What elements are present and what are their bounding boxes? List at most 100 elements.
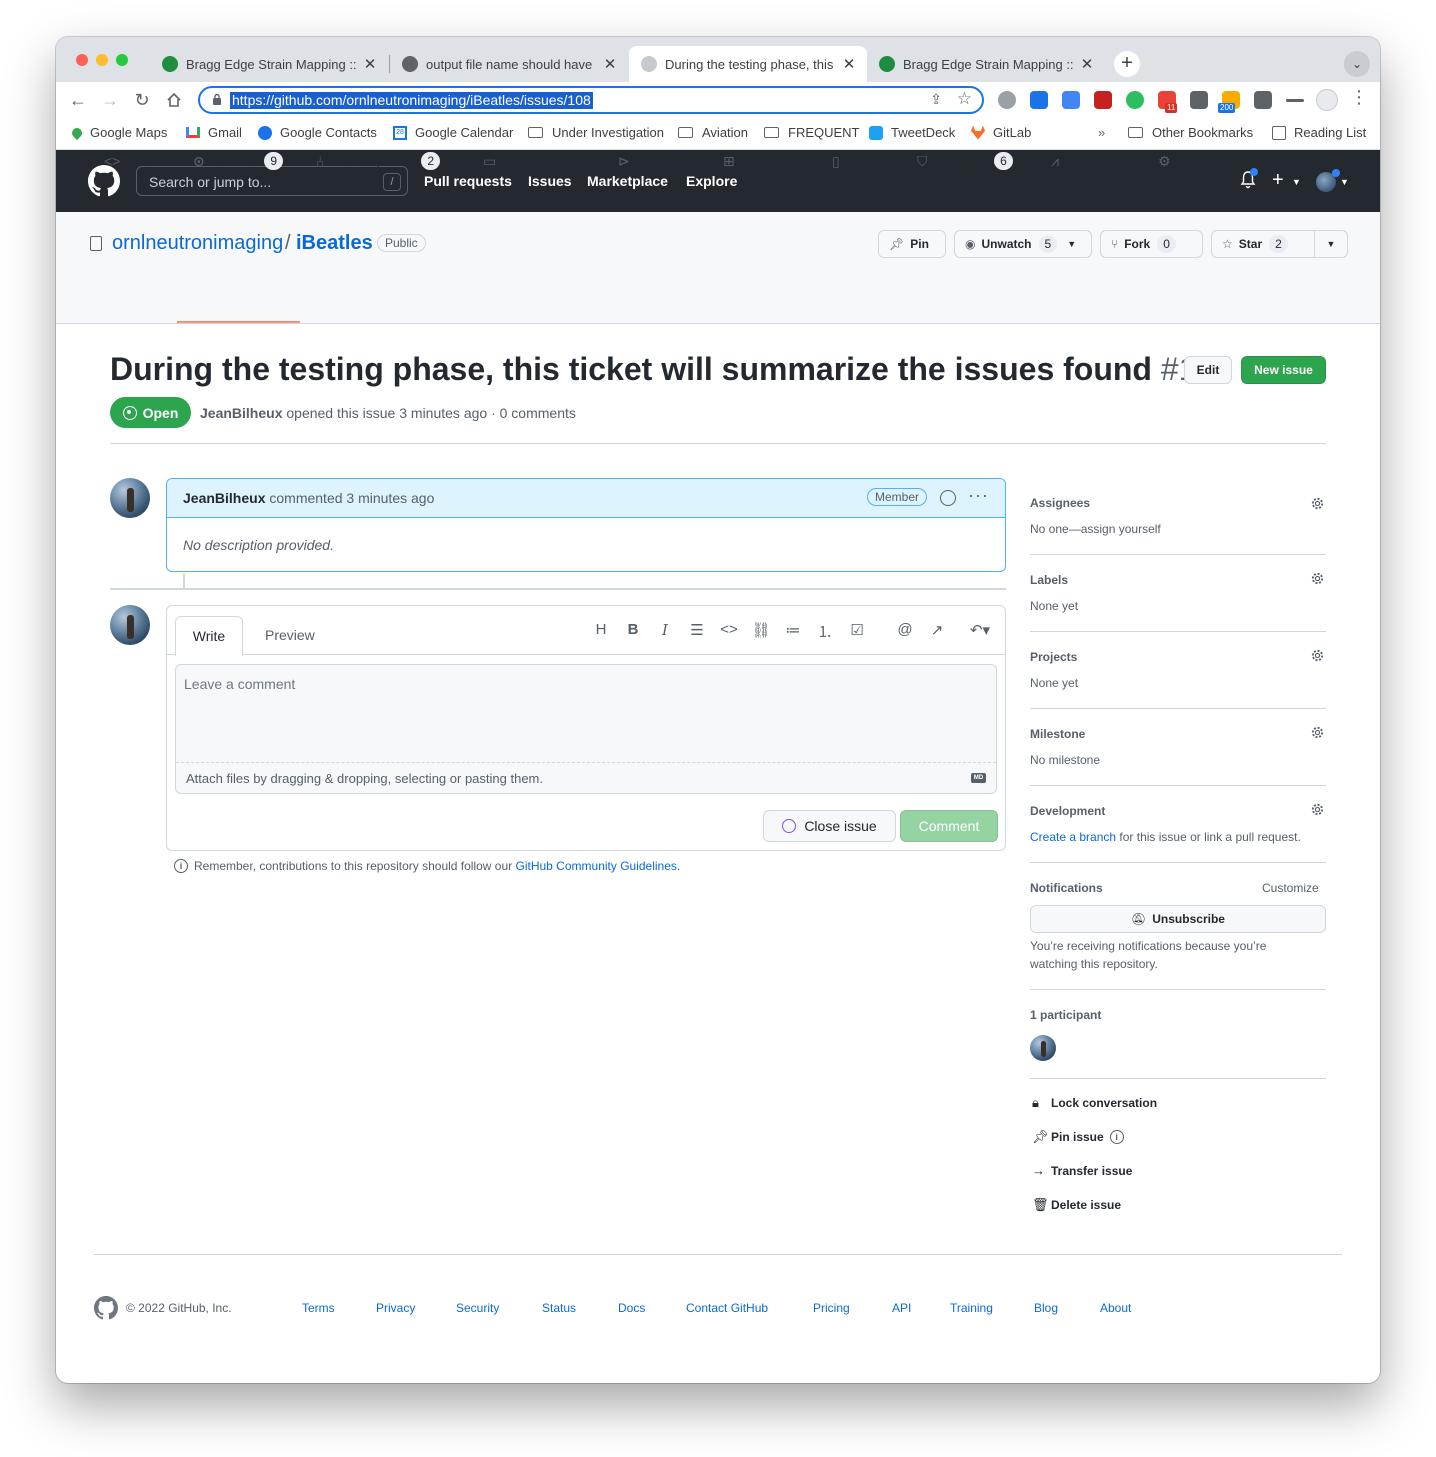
footer-link-training[interactable]: Training bbox=[950, 1301, 993, 1315]
new-issue-button[interactable]: New issue bbox=[1241, 356, 1326, 384]
cross-reference-icon[interactable]: ↗ bbox=[927, 621, 947, 639]
create-new-plus-icon[interactable]: + bbox=[1272, 169, 1284, 192]
info-icon[interactable]: i bbox=[1109, 1130, 1124, 1144]
extension-icon[interactable] bbox=[1094, 91, 1112, 109]
tab-actions[interactable]: ⊳ Actions bbox=[618, 151, 684, 171]
translate-icon[interactable] bbox=[1062, 91, 1080, 109]
tab-security[interactable]: ⛉ Security 6 bbox=[917, 151, 1013, 171]
comment-textarea[interactable]: Leave a comment Attach files by dragging… bbox=[175, 664, 997, 794]
other-bookmarks[interactable]: Other Bookmarks bbox=[1128, 125, 1253, 140]
close-tab-icon[interactable]: ✕ bbox=[841, 55, 857, 73]
extension-icon[interactable] bbox=[1030, 91, 1048, 109]
close-window-button[interactable] bbox=[76, 54, 88, 66]
bookmark-folder[interactable]: Aviation bbox=[678, 125, 748, 140]
tab-discussions[interactable]: ▭ Discussions bbox=[483, 151, 579, 171]
tab-issues[interactable]: ⊙ Issues 9 bbox=[193, 151, 284, 171]
browser-tab[interactable]: Bragg Edge Strain Mapping :: D ✕ bbox=[150, 46, 388, 82]
repo-name-link[interactable]: iBeatles bbox=[296, 232, 373, 255]
transfer-issue-button[interactable]: → Transfer issue bbox=[1032, 1163, 1132, 1178]
back-icon[interactable]: ← bbox=[66, 88, 90, 112]
nav-issues[interactable]: Issues bbox=[528, 173, 572, 189]
caret-down-icon[interactable]: ▼ bbox=[1340, 177, 1349, 187]
evernote-icon[interactable] bbox=[1126, 91, 1144, 109]
browser-tab-active[interactable]: During the testing phase, this t ✕ bbox=[629, 46, 867, 82]
customize-link[interactable]: Customize bbox=[1262, 881, 1319, 895]
edit-button[interactable]: Edit bbox=[1184, 356, 1232, 384]
extension-icon[interactable] bbox=[998, 91, 1016, 109]
ordered-list-icon[interactable]: ⒈ bbox=[815, 621, 835, 642]
gear-icon[interactable] bbox=[1310, 496, 1325, 511]
nav-marketplace[interactable]: Marketplace bbox=[587, 173, 668, 189]
italic-icon[interactable]: I bbox=[655, 621, 675, 639]
bookmark-item[interactable]: TweetDeck bbox=[869, 125, 955, 140]
browser-tab[interactable]: Bragg Edge Strain Mapping :: D ✕ bbox=[867, 46, 1105, 82]
url-text[interactable]: https://github.com/ornlneutronimaging/iB… bbox=[230, 92, 593, 109]
star-button[interactable]: ☆ Star 2 bbox=[1211, 230, 1315, 258]
unsubscribe-button[interactable]: 🔕︎ Unsubscribe bbox=[1030, 905, 1326, 933]
bold-icon[interactable]: B bbox=[623, 621, 643, 638]
reply-icon[interactable]: ↶▾ bbox=[965, 621, 995, 639]
attach-files-area[interactable]: Attach files by dragging & dropping, sel… bbox=[176, 762, 996, 794]
close-tab-icon[interactable]: ✕ bbox=[362, 55, 378, 73]
author-link[interactable]: JeanBilheux bbox=[200, 405, 282, 421]
code-icon[interactable]: <> bbox=[719, 621, 739, 638]
address-bar[interactable]: https://github.com/ornlneutronimaging/iB… bbox=[198, 86, 984, 114]
comment-button[interactable]: Comment bbox=[900, 810, 998, 842]
footer-link-security[interactable]: Security bbox=[456, 1301, 499, 1315]
pin-issue-button[interactable]: 📌︎ Pin issue i bbox=[1032, 1129, 1124, 1145]
gear-icon[interactable] bbox=[1310, 802, 1325, 817]
reading-list[interactable]: Reading List bbox=[1272, 125, 1366, 140]
gear-icon[interactable] bbox=[1310, 571, 1325, 586]
markdown-icon[interactable]: MD bbox=[971, 773, 986, 783]
delete-issue-button[interactable]: 🗑︎ Delete issue bbox=[1032, 1197, 1121, 1213]
gear-icon[interactable] bbox=[1310, 648, 1325, 663]
add-reaction-smiley-icon[interactable] bbox=[940, 490, 956, 506]
assign-yourself-link[interactable]: assign yourself bbox=[1081, 522, 1161, 536]
browser-tab[interactable]: output file name should have a ✕ bbox=[390, 46, 628, 82]
bookmark-item[interactable]: GitLab bbox=[971, 125, 1031, 140]
bookmark-item[interactable]: Google Contacts bbox=[258, 125, 377, 140]
lock-conversation-button[interactable]: 🔒︎ Lock conversation bbox=[1032, 1095, 1157, 1111]
forward-icon[interactable]: → bbox=[98, 88, 122, 112]
tab-pull-requests[interactable]: ⑃ Pull requests 2 bbox=[316, 151, 441, 171]
participant-avatar[interactable] bbox=[1030, 1035, 1056, 1061]
unwatch-button[interactable]: ◉ Unwatch 5 ▼ bbox=[954, 230, 1092, 258]
chevron-down-icon[interactable]: ⌄ bbox=[1344, 51, 1370, 77]
close-tab-icon[interactable]: ✕ bbox=[1079, 55, 1095, 73]
create-branch-link[interactable]: Create a branch bbox=[1030, 830, 1116, 844]
footer-link-pricing[interactable]: Pricing bbox=[813, 1301, 850, 1315]
heading-icon[interactable]: H bbox=[591, 621, 611, 638]
minimize-window-button[interactable] bbox=[96, 54, 108, 66]
bookmark-item[interactable]: Google Maps bbox=[69, 125, 167, 140]
zoom-window-button[interactable] bbox=[116, 54, 128, 66]
puzzle-icon[interactable] bbox=[1254, 91, 1272, 109]
avatar[interactable] bbox=[110, 478, 150, 518]
tab-insights[interactable]: ⩘ Insights bbox=[1051, 151, 1115, 171]
extension-icon[interactable] bbox=[1190, 91, 1208, 109]
home-icon[interactable] bbox=[162, 88, 186, 112]
kebab-horizontal-icon[interactable]: ··· bbox=[968, 485, 989, 506]
task-list-icon[interactable]: ☑ bbox=[847, 621, 867, 639]
reload-icon[interactable]: ↻ bbox=[130, 88, 154, 112]
tab-code[interactable]: <> Code bbox=[104, 151, 162, 171]
close-issue-button[interactable]: Close issue bbox=[763, 810, 896, 842]
caret-down-icon[interactable]: ▼ bbox=[1292, 177, 1301, 187]
nav-explore[interactable]: Explore bbox=[686, 173, 737, 189]
more-bookmarks-chevron[interactable]: » bbox=[1098, 125, 1105, 140]
more-vert-icon[interactable]: ⋮ bbox=[1350, 87, 1368, 108]
footer-link-about[interactable]: About bbox=[1100, 1301, 1131, 1315]
share-icon[interactable]: ⇪ bbox=[930, 91, 942, 108]
close-tab-icon[interactable]: ✕ bbox=[602, 55, 618, 73]
footer-link-status[interactable]: Status bbox=[542, 1301, 576, 1315]
profile-avatar[interactable] bbox=[1316, 89, 1338, 111]
bookmark-star-icon[interactable]: ☆ bbox=[957, 89, 972, 109]
comment-author-link[interactable]: JeanBilheux bbox=[183, 490, 265, 506]
footer-link-contact[interactable]: Contact GitHub bbox=[686, 1301, 768, 1315]
tab-projects[interactable]: ⊞ Projects bbox=[723, 151, 793, 171]
new-tab-button[interactable]: + bbox=[1114, 51, 1140, 77]
tab-wiki[interactable]: ▯ Wiki bbox=[832, 151, 874, 171]
star-dropdown-caret[interactable]: ▼ bbox=[1314, 230, 1348, 258]
mention-icon[interactable]: @ bbox=[895, 621, 915, 638]
footer-link-api[interactable]: API bbox=[892, 1301, 911, 1315]
bookmark-folder[interactable]: Under Investigation bbox=[528, 125, 664, 140]
